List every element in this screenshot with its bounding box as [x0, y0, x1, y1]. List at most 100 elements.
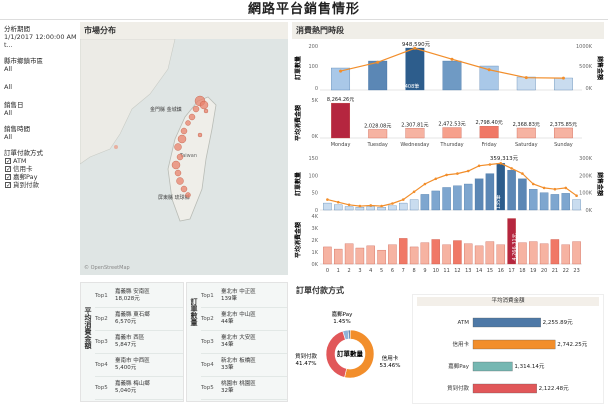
hour-avg-bar[interactable] [550, 239, 560, 265]
hour-avg-bar[interactable] [409, 246, 419, 265]
hour-order-bar[interactable] [366, 206, 375, 211]
avg-spend-row[interactable]: Top3 嘉義市 西區 5,847元 [95, 331, 183, 354]
sales-bubble[interactable] [197, 132, 203, 138]
hour-avg-bar[interactable] [529, 241, 538, 265]
hour-order-bar[interactable] [420, 194, 430, 211]
hour-avg-bar[interactable] [431, 239, 440, 265]
payment-check-atm[interactable]: ✓ ATM [5, 157, 78, 165]
hour-avg-bar[interactable] [344, 243, 354, 265]
hour-order-bar[interactable] [518, 178, 527, 211]
avg-spend-row[interactable]: Top5 嘉義縣 梅山鄉 5,040元 [95, 377, 183, 400]
payment-check-cod[interactable]: ✓ 貨到付款 [5, 181, 78, 189]
sales-bubble[interactable] [199, 100, 209, 110]
hour-order-bar[interactable] [453, 185, 462, 211]
hour-avg-bar[interactable] [355, 247, 365, 265]
hour-avg-bar[interactable] [518, 242, 527, 265]
hour-avg-bar[interactable] [399, 238, 408, 265]
hour-order-bar[interactable] [399, 202, 408, 211]
hour-order-bar[interactable] [442, 187, 451, 211]
hour-avg-bar[interactable] [474, 245, 484, 265]
payment-avg-bar[interactable] [472, 361, 513, 372]
hour-avg-bar[interactable] [420, 242, 430, 265]
sales-bubble[interactable] [176, 177, 184, 185]
weekday-order-bar[interactable] [442, 60, 462, 91]
weekday-avg-bar[interactable] [405, 128, 425, 139]
hour-avg-bar[interactable] [485, 241, 495, 265]
hour-order-bar[interactable] [431, 190, 440, 211]
sales-bubble[interactable] [185, 192, 191, 198]
sales-bubble[interactable] [188, 113, 196, 121]
order-count-row[interactable]: Top2 臺北市 中山區 44筆 [201, 308, 287, 331]
hour-order-bar[interactable] [334, 204, 343, 211]
sales-bubble[interactable] [192, 105, 200, 113]
sales-bubble[interactable] [180, 127, 188, 135]
filter-value-district-2[interactable]: All [4, 83, 78, 91]
hour-avg-bar[interactable] [377, 249, 386, 265]
weekday-avg-bar[interactable] [331, 102, 351, 139]
hour-order-bar[interactable] [409, 199, 419, 211]
hour-avg-bar[interactable] [453, 240, 462, 265]
payment-avg-chart[interactable]: ATM 2,255.89元信用卡 2,742.25元嘉郵Pay 1,314.14元貨到… [413, 308, 603, 404]
filter-value-period[interactable]: 1/1/2017 12:00:00 AM t... [4, 33, 78, 49]
filter-value-day[interactable]: All [4, 109, 78, 117]
hour-order-bar[interactable] [572, 199, 581, 211]
sales-bubble[interactable] [203, 108, 209, 114]
weekday-chart[interactable]: 訂單數量 平均消費金額 銷售金額 200 100 0 1000K 500K 0K… [292, 38, 604, 150]
hour-order-bar[interactable] [464, 183, 473, 211]
weekday-avg-bar[interactable] [553, 127, 573, 139]
payment-avg-bar[interactable] [472, 383, 537, 394]
filter-value-district[interactable]: All [4, 65, 78, 73]
order-count-row[interactable]: Top4 新北市 板橋區 33筆 [201, 354, 287, 377]
hour-chart[interactable]: 訂單數量 平均消費金額 銷售金額 150100500300K200K100K0K… [292, 152, 604, 278]
sales-bubble[interactable] [177, 134, 187, 144]
weekday-avg-bar[interactable] [442, 127, 462, 139]
hour-avg-bar[interactable] [572, 241, 581, 265]
hour-order-bar[interactable] [377, 207, 386, 211]
hour-avg-bar[interactable] [334, 248, 343, 265]
hour-avg-bar[interactable] [366, 245, 375, 265]
avg-spend-row[interactable]: Top4 臺南市 中西區 5,400元 [95, 354, 183, 377]
hour-order-bar[interactable] [323, 202, 332, 211]
hour-avg-bar[interactable] [442, 244, 451, 265]
hour-order-bar[interactable] [529, 189, 538, 211]
hour-avg-bar[interactable] [561, 244, 570, 265]
hour-avg-bar[interactable] [496, 244, 505, 265]
sales-bubble[interactable] [185, 120, 191, 126]
hour-order-bar[interactable] [561, 193, 570, 211]
hour-order-bar[interactable] [539, 192, 549, 211]
weekday-avg-bar[interactable] [479, 126, 499, 139]
hour-order-bar[interactable] [474, 178, 484, 211]
avg-spend-row[interactable]: Top2 嘉義縣 東石鄉 6,570元 [95, 308, 183, 331]
order-count-row[interactable]: Top5 桃園市 桃園區 32筆 [201, 377, 287, 400]
order-count-row[interactable]: Top3 臺北市 大安區 34筆 [201, 331, 287, 354]
taiwan-map[interactable]: 金門縣 金城鎮 Taiwan 屏東縣 琉球鄉 © OpenStreetMap [80, 39, 288, 275]
hour-sales-point [445, 173, 448, 177]
sales-bubble[interactable] [180, 185, 188, 193]
filter-value-time[interactable]: All [4, 133, 78, 141]
hour-order-bar[interactable] [388, 205, 397, 211]
payment-avg-bar[interactable] [472, 339, 556, 350]
payment-check-credit[interactable]: ✓ 信用卡 [5, 165, 78, 173]
payment-avg-bar[interactable] [472, 317, 541, 328]
hour-order-bar[interactable] [344, 206, 354, 211]
avg-spend-row[interactable]: Top1 嘉義縣 安南區 18,028元 [95, 285, 183, 308]
hour-order-bar[interactable] [507, 169, 516, 211]
hour-order-bar[interactable] [550, 194, 560, 211]
sales-bubble[interactable] [174, 169, 182, 177]
weekday-order-bar[interactable] [368, 60, 388, 91]
weekday-avg-bar[interactable] [368, 129, 388, 139]
hour-order-bar[interactable] [485, 173, 495, 211]
hour-avg-bar[interactable] [388, 244, 397, 265]
sales-bubble[interactable] [176, 153, 184, 161]
hour-avg-bar[interactable] [539, 243, 549, 265]
weekday-order-bar[interactable] [553, 77, 573, 91]
weekday-avg-bar[interactable] [516, 127, 536, 139]
sales-bubble[interactable] [174, 143, 182, 151]
hour-avg-bar[interactable] [323, 246, 332, 265]
hour-order-bar[interactable] [355, 207, 365, 211]
hour-avg-bar[interactable] [464, 243, 473, 265]
payment-check-pay[interactable]: ✓ 嘉郵Pay [5, 173, 78, 181]
payment-donut[interactable]: 訂單數量 嘉郵Pay 1.45% 信用卡 53.46% 貨到付款 41.47% [292, 298, 408, 404]
order-count-row[interactable]: Top1 臺北市 中正區 139筆 [201, 285, 287, 308]
sales-bubble[interactable] [171, 160, 181, 170]
